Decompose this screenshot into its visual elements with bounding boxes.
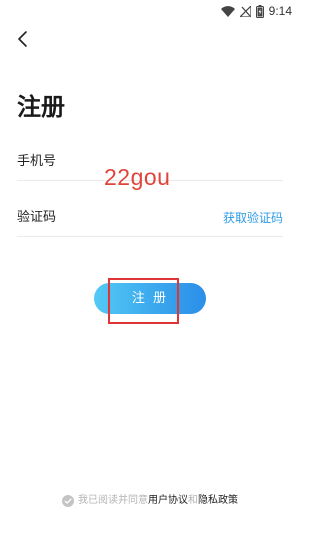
status-bar: 9:14 xyxy=(0,0,300,22)
agree-checkbox[interactable] xyxy=(62,495,74,507)
chevron-left-icon xyxy=(16,30,30,52)
register-button[interactable]: 注 册 xyxy=(94,283,206,314)
code-field-row: 验证码 获取验证码 xyxy=(17,200,283,237)
signal-off-icon xyxy=(239,5,251,17)
code-input[interactable] xyxy=(87,206,203,230)
page-title: 注册 xyxy=(17,93,65,121)
wifi-icon xyxy=(220,5,235,17)
back-button[interactable] xyxy=(10,28,36,54)
battery-charging-icon xyxy=(255,4,264,18)
agreement-prefix: 我已阅读并同意 xyxy=(78,495,148,506)
status-time: 9:14 xyxy=(268,4,292,18)
watermark-text: 22gou xyxy=(104,164,171,190)
get-code-button[interactable]: 获取验证码 xyxy=(223,208,283,228)
status-icons: 9:14 xyxy=(220,3,292,19)
phone-label: 手机号 xyxy=(17,154,57,169)
code-label: 验证码 xyxy=(17,210,57,225)
user-agreement-link[interactable]: 用户协议 xyxy=(148,494,188,508)
privacy-policy-link[interactable]: 隐私政策 xyxy=(198,494,238,508)
agreement-row: 我已阅读并同意 用户协议 和 隐私政策 xyxy=(0,494,300,508)
agreement-and: 和 xyxy=(188,495,198,506)
check-circle-icon xyxy=(62,495,74,507)
